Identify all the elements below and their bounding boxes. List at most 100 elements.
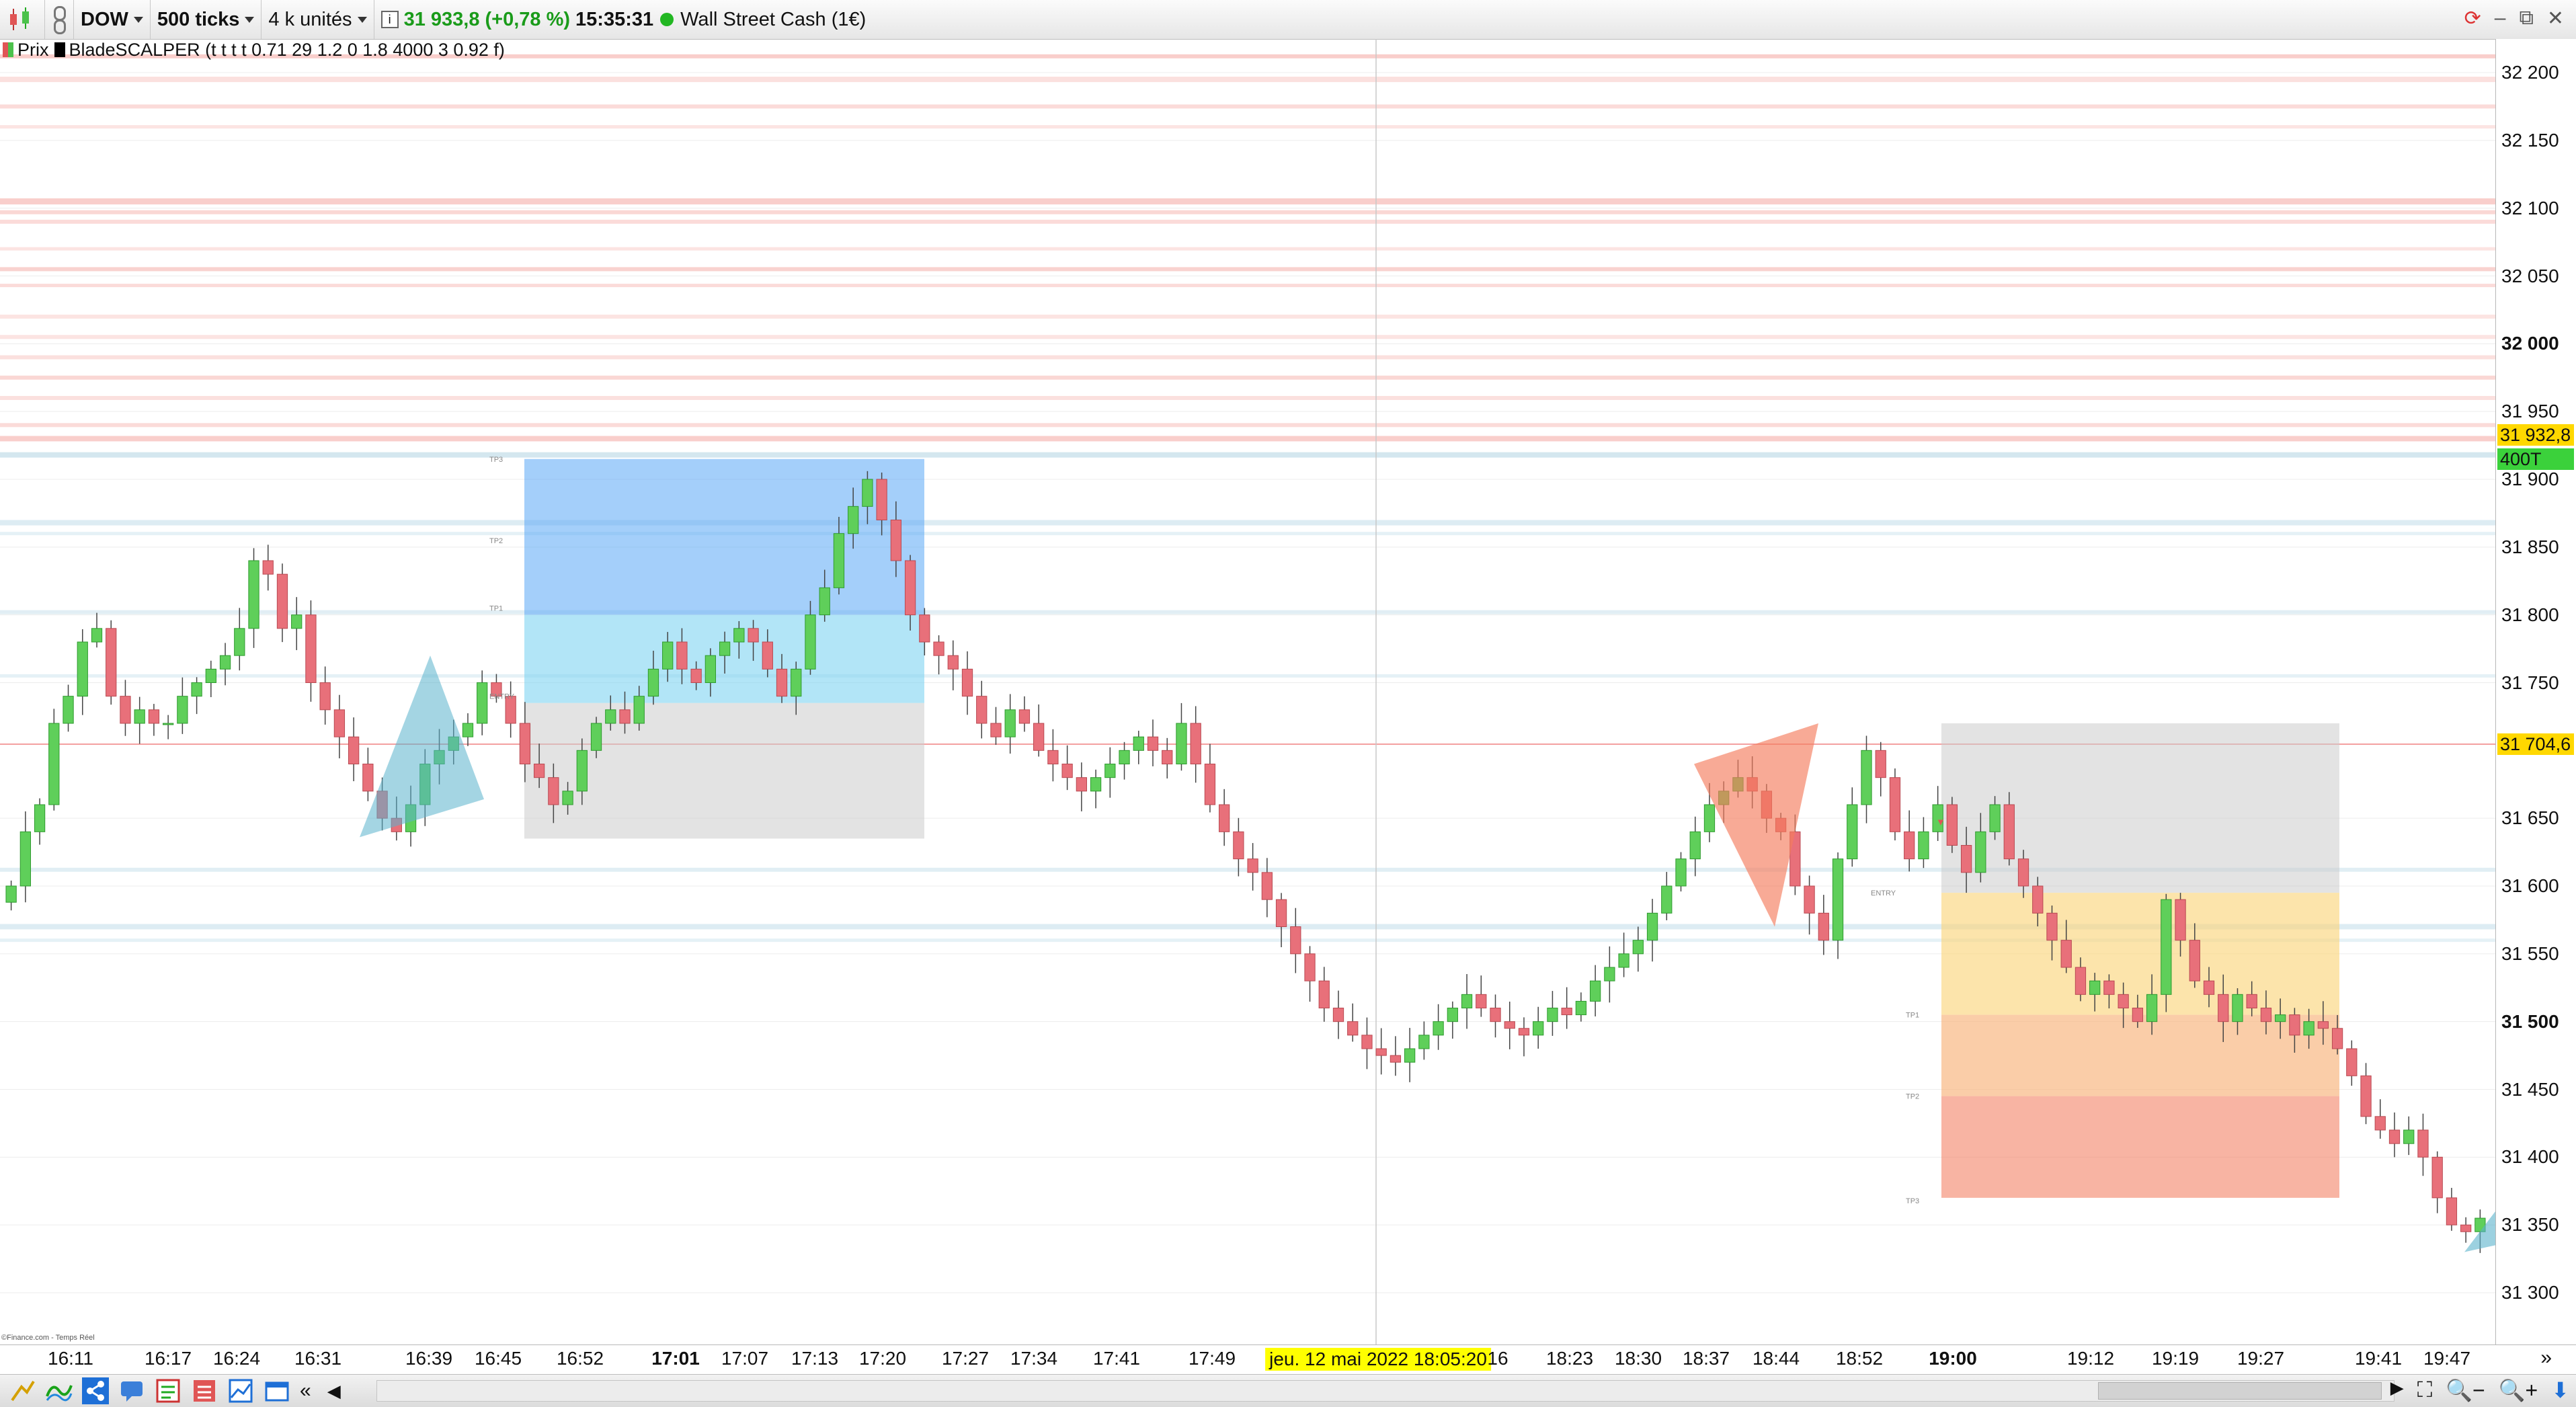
candle-body <box>5 885 17 903</box>
zoom-out-icon[interactable]: 🔍− <box>2446 1377 2485 1403</box>
candle-body <box>676 641 688 670</box>
price-label: 32 050 <box>2501 265 2559 286</box>
trading-icon[interactable] <box>191 1377 218 1404</box>
candle-body <box>862 479 873 507</box>
candle-body <box>2260 1008 2272 1022</box>
trendline-tool-icon[interactable] <box>9 1377 36 1404</box>
zone-label: TP1 <box>1906 1012 1919 1020</box>
candle-body <box>1090 777 1102 792</box>
candle <box>234 608 245 671</box>
candle <box>148 704 160 736</box>
collapse-icon[interactable]: « <box>300 1379 311 1402</box>
candle-body <box>1133 736 1144 751</box>
time-axis[interactable]: jeu. 12 mai 2022 18:05:20 » 16:11 16:17 16… <box>0 1344 2576 1375</box>
interval-selector[interactable]: 500 ticks <box>151 0 262 39</box>
share-icon[interactable] <box>82 1377 109 1404</box>
zone-label: TP1 <box>489 605 503 613</box>
candle-body <box>633 696 645 724</box>
candle-body <box>619 709 631 724</box>
chart-type-selector[interactable] <box>0 0 45 39</box>
close-icon[interactable]: ✕ <box>2547 7 2564 30</box>
window-icon[interactable] <box>264 1377 290 1404</box>
horizontal-scrollbar[interactable] <box>376 1380 2394 1402</box>
support-band <box>0 520 2495 526</box>
info-icon[interactable]: i <box>380 11 399 28</box>
resistance-band <box>0 210 2495 214</box>
candle <box>2388 1112 2401 1158</box>
price-chart[interactable]: TP3 TP2 TP1 ENTRY ENTRY TP1 TP2 TP3 ▼ <box>0 39 2495 1344</box>
candle-body <box>1076 777 1087 792</box>
time-label: 17:01 <box>651 1348 700 1369</box>
scrollbar-thumb[interactable] <box>2098 1382 2382 1400</box>
scroll-right-icon[interactable]: » <box>2540 1346 2552 1369</box>
candle-body <box>1575 1000 1587 1016</box>
candle <box>976 680 988 739</box>
chain-link-icon <box>52 5 67 34</box>
candle <box>1589 965 1601 1016</box>
candle-body <box>1004 709 1016 737</box>
orange-zone-tp1 <box>1941 893 2339 1015</box>
candle <box>1332 990 1344 1039</box>
time-label: 17:13 <box>791 1348 839 1369</box>
candle-body <box>362 764 374 792</box>
candle-body <box>1476 994 1487 1009</box>
candle <box>63 684 74 732</box>
layout-icon[interactable] <box>227 1377 254 1404</box>
candle <box>1318 967 1330 1022</box>
market-open-indicator <box>660 13 674 26</box>
candle-body <box>2189 940 2200 981</box>
symbol-selector[interactable]: DOW <box>74 0 151 39</box>
refresh-icon[interactable]: ⟳ <box>2464 7 2481 30</box>
zoom-fit-icon[interactable]: ⛶ <box>2417 1377 2432 1403</box>
candle <box>1904 810 1915 872</box>
candle-body <box>1604 967 1615 981</box>
candle <box>1190 706 1201 783</box>
candle-body <box>1632 940 1644 955</box>
download-icon[interactable]: ⬇ <box>2551 1377 2569 1403</box>
indicator-tool-icon[interactable] <box>46 1377 73 1404</box>
candle-body <box>163 723 174 725</box>
minimize-icon[interactable]: – <box>2495 7 2506 30</box>
zoom-in-icon[interactable]: 🔍+ <box>2499 1377 2538 1403</box>
price-swatch <box>3 42 13 57</box>
comment-icon[interactable] <box>118 1377 145 1404</box>
candle <box>163 715 174 739</box>
candle-body <box>1233 831 1244 860</box>
candle-body <box>2374 1116 2386 1131</box>
chart-legend: Prix BladeSCALPER (t t t t 0.71 29 1.2 0… <box>0 39 505 61</box>
candle <box>362 748 374 801</box>
chevron-down-icon <box>245 16 255 23</box>
candle-body <box>248 560 259 629</box>
time-label: 16:17 <box>144 1348 192 1369</box>
candle-body <box>2146 994 2158 1022</box>
candle-body <box>1490 1008 1501 1022</box>
candle <box>1461 973 1473 1029</box>
candle-body <box>919 614 930 643</box>
candle <box>1518 1017 1530 1057</box>
price-axis[interactable]: 32 200 32 150 32 100 32 050 32 000 31 950 31 9… <box>2495 39 2576 1344</box>
candle-body <box>961 668 973 697</box>
candle <box>990 707 1002 745</box>
price-label: 31 750 <box>2501 672 2559 693</box>
link-toggle[interactable] <box>45 0 74 39</box>
zone-label: ENTRY <box>489 693 515 701</box>
indicator-legend-label[interactable]: BladeSCALPER (t t t t 0.71 29 1.2 0 1.8 … <box>69 40 505 61</box>
candle <box>477 670 488 735</box>
time-label: 19:47 <box>2423 1348 2471 1369</box>
candle <box>19 811 31 903</box>
candle <box>305 600 317 702</box>
candle-body <box>748 628 759 643</box>
price-label: 31 850 <box>2501 536 2559 557</box>
chart-canvas[interactable]: TP3 TP2 TP1 ENTRY ENTRY TP1 TP2 TP3 ▼ <box>0 39 2495 1344</box>
candle-body <box>1176 723 1187 764</box>
price-legend-label[interactable]: Prix <box>17 40 49 61</box>
candle-body <box>904 560 916 616</box>
time-label: 19:41 <box>2354 1348 2403 1369</box>
candle-body <box>1989 804 2001 832</box>
restore-icon[interactable]: ⧉ <box>2519 7 2533 30</box>
units-selector[interactable]: 4 k unités <box>261 0 374 39</box>
screener-icon[interactable] <box>155 1377 182 1404</box>
scroll-left-icon[interactable]: ◀ <box>327 1381 341 1402</box>
scroll-right-icon[interactable]: ▶ <box>2390 1377 2404 1403</box>
time-label: 17:27 <box>941 1348 990 1369</box>
